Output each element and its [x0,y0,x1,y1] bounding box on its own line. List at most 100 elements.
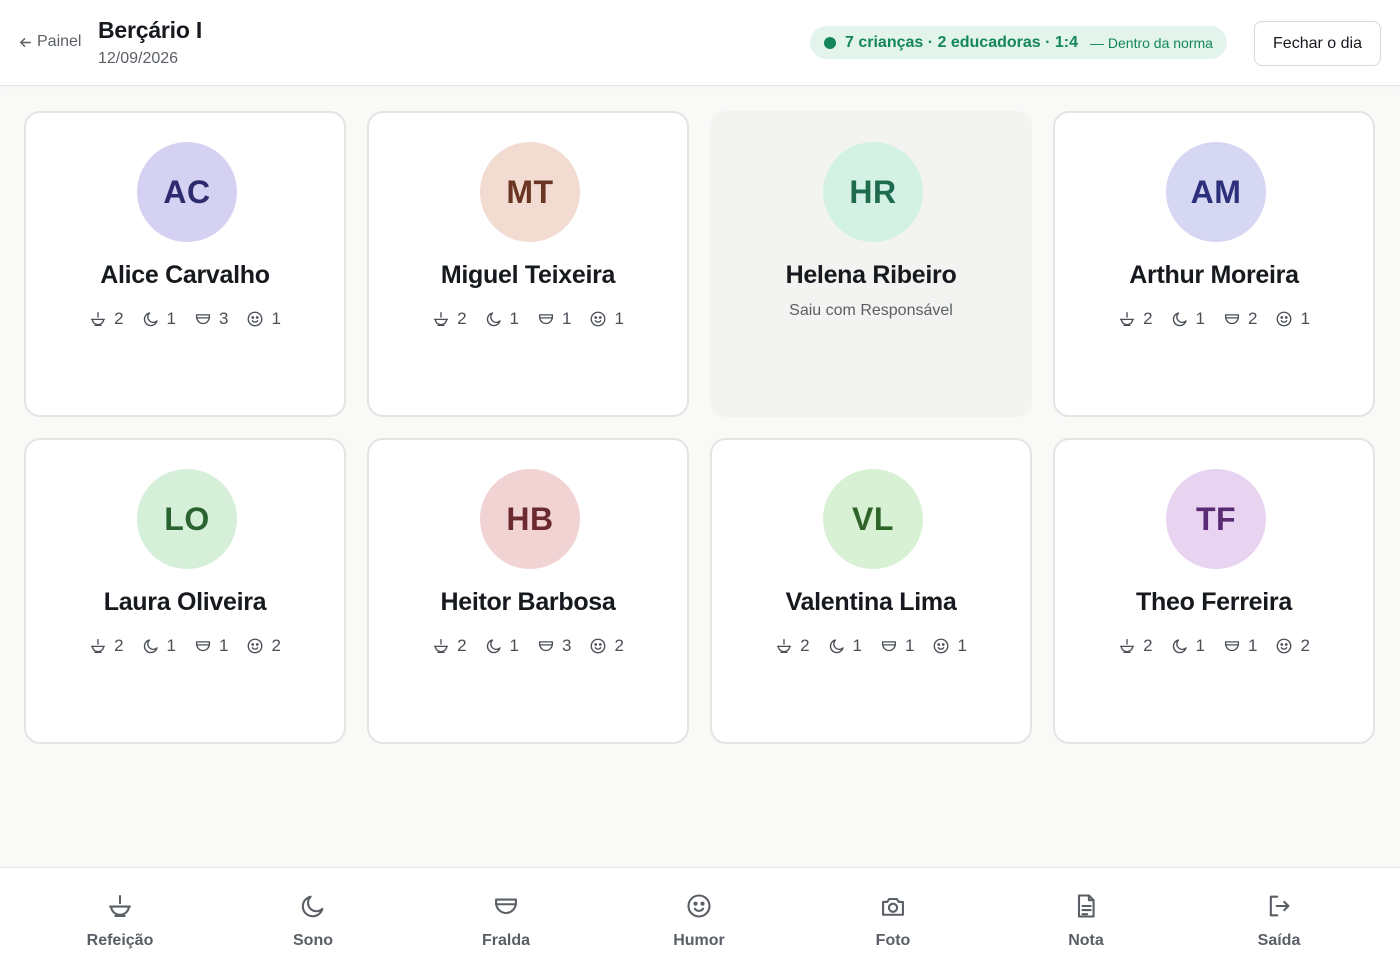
activity-counts: 2 1 2 1 [1055,309,1373,329]
mood-count-value: 1 [271,309,281,328]
back-link-label: Painel [37,33,82,50]
smiley-icon [591,311,606,327]
sleep-count-value: 1 [166,636,176,655]
moon-icon [486,312,501,327]
action-label: Sono [293,932,333,949]
child-card[interactable]: HR Helena Ribeiro Saiu com Responsável [710,111,1032,417]
moon-icon [1172,639,1187,654]
avatar: TF [1166,469,1266,569]
children-grid: AC Alice Carvalho 2 1 3 1 MT Miguel Teixeira 2 1 1… [24,111,1376,744]
mood-count: 2 [589,636,624,656]
action-label: Humor [673,932,725,949]
meal-count-value: 2 [114,636,124,655]
sleep-count: 1 [142,309,176,329]
meal-count: 2 [89,636,124,656]
action-diaper[interactable]: Fralda [446,892,566,950]
moon-icon [143,312,158,327]
meal-count: 2 [1118,309,1153,329]
diaper-count: 1 [194,636,228,656]
smiley-icon [934,638,949,654]
child-name: Alice Carvalho [100,261,270,289]
smiley-icon [248,311,263,327]
moon-icon [486,639,501,654]
top-bar: Painel Berçário I 12/09/2026 7 crianças … [0,0,1400,86]
action-label: Nota [1068,932,1104,949]
smiley-icon [687,894,711,918]
child-name: Miguel Teixeira [440,261,616,289]
activity-counts: 2 1 3 1 [26,309,344,329]
ratio-status-badge: 7 crianças · 2 educadoras · 1:4 — Dentro… [810,26,1227,59]
avatar: HB [480,469,580,569]
diaper-count: 1 [1223,636,1257,656]
meal-icon [91,311,106,327]
document-icon [1077,894,1095,918]
child-card[interactable]: AC Alice Carvalho 2 1 3 1 [24,111,346,417]
bottom-action-bar: Refeição Sono Fralda Humor Foto Nota Saída [0,867,1400,973]
mood-count: 1 [246,309,281,329]
diaper-count: 2 [1223,309,1257,329]
moon-icon [1172,312,1187,327]
sleep-count-value: 1 [509,636,519,655]
sleep-count-value: 1 [1195,636,1205,655]
smiley-icon [248,638,263,654]
avatar: HR [823,142,923,242]
activity-counts: 2 1 1 1 [712,636,1030,656]
back-to-dashboard-link[interactable]: Painel [18,33,81,51]
mood-count: 1 [589,309,624,329]
meal-icon [109,895,131,917]
child-status: Saiu com Responsável [789,302,953,319]
action-exit[interactable]: Saída [1219,892,1339,950]
arrow-left-icon [20,37,31,47]
diaper-count-value: 1 [219,636,229,655]
avatar: LO [137,469,237,569]
action-moon[interactable]: Sono [253,892,373,950]
ratio-summary: 7 crianças · 2 educadoras · 1:4 [845,33,1078,51]
action-label: Saída [1257,932,1301,949]
mood-count-value: 2 [1300,636,1310,655]
close-day-button[interactable]: Fechar o dia [1254,21,1381,66]
diaper-count-value: 1 [905,636,915,655]
child-card[interactable]: MT Miguel Teixeira 2 1 1 1 [367,111,689,417]
sleep-count-value: 1 [509,309,519,328]
child-card[interactable]: LO Laura Oliveira 2 1 1 2 [24,438,346,744]
mood-count-value: 2 [271,636,281,655]
action-meal[interactable]: Refeição [60,892,180,950]
meal-icon [1120,311,1135,327]
diaper-count-value: 3 [219,309,229,328]
diaper-icon [195,641,211,652]
action-smiley[interactable]: Humor [639,892,759,950]
exit-icon [1269,895,1290,917]
smiley-icon [1277,638,1292,654]
moon-icon [829,639,844,654]
child-card[interactable]: TF Theo Ferreira 2 1 1 2 [1053,438,1375,744]
meal-count: 2 [775,636,810,656]
moon-icon [143,639,158,654]
child-card[interactable]: VL Valentina Lima 2 1 1 1 [710,438,1032,744]
meal-icon [434,638,449,654]
action-camera[interactable]: Foto [833,892,953,950]
action-label: Fralda [481,932,530,949]
meal-count: 2 [89,309,124,329]
diaper-count: 1 [537,309,571,329]
smiley-icon [1277,311,1292,327]
child-name: Heitor Barbosa [440,588,616,616]
avatar: MT [480,142,580,242]
child-card[interactable]: HB Heitor Barbosa 2 1 3 2 [367,438,689,744]
activity-counts: 2 1 1 2 [26,636,344,656]
ratio-norm-status: — Dentro da norma [1090,34,1213,51]
child-name: Arthur Moreira [1129,261,1299,289]
meal-count-value: 2 [457,636,467,655]
page-date: 12/09/2026 [98,50,179,67]
meal-icon [1120,638,1135,654]
child-card[interactable]: AM Arthur Moreira 2 1 2 1 [1053,111,1375,417]
mood-count: 2 [1275,636,1310,656]
meal-icon [91,638,106,654]
mood-count-value: 2 [614,636,624,655]
child-name: Helena Ribeiro [785,261,957,289]
page-title: Berçário I [98,17,203,43]
child-name: Theo Ferreira [1136,588,1292,616]
status-dot-icon [824,36,836,49]
action-document[interactable]: Nota [1026,892,1146,950]
diaper-icon [881,641,897,652]
child-name: Valentina Lima [785,588,957,616]
